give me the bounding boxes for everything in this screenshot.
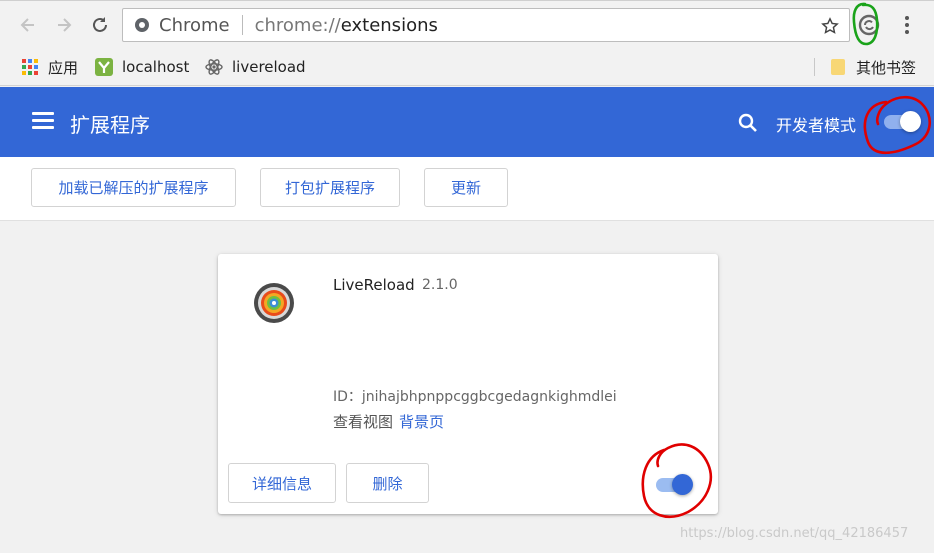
bookmark-star-icon[interactable] (819, 15, 841, 37)
browser-menu-icon[interactable] (898, 13, 916, 37)
toggle-thumb (672, 474, 693, 495)
extension-id: ID：jnihajbhpnppcggbcgedagnkighmdlei (333, 389, 617, 405)
bookmark-livereload-label: livereload (232, 58, 306, 76)
background-page-link[interactable]: 背景页 (399, 413, 444, 431)
developer-mode-toggle[interactable] (880, 109, 922, 133)
extension-enable-toggle[interactable] (652, 472, 694, 496)
extensions-header: 扩展程序 开发者模式 (0, 87, 934, 157)
address-bar[interactable]: Chrome chrome://extensions (122, 8, 850, 42)
omnibox-separator (241, 15, 243, 35)
toggle-thumb (900, 111, 921, 132)
bookmark-livereload[interactable]: livereload (204, 56, 306, 78)
livereload-favicon-icon (204, 57, 224, 77)
extension-name: LiveReload (333, 276, 415, 294)
remove-button[interactable]: 删除 (346, 463, 429, 503)
apps-grid-icon (20, 57, 40, 77)
localhost-favicon-icon (94, 57, 114, 77)
developer-mode-label: 开发者模式 (776, 116, 857, 135)
reload-icon[interactable] (86, 11, 114, 39)
bookmark-apps[interactable]: 应用 (20, 56, 78, 78)
url-text: chrome://extensions (255, 15, 438, 36)
extension-version: 2.1.0 (422, 277, 458, 293)
extension-card: LiveReload 2.1.0 ID：jnihajbhpnppcggbcged… (218, 254, 718, 514)
chrome-page-icon (133, 16, 151, 34)
livereload-toolbar-icon[interactable] (856, 9, 882, 41)
update-button[interactable]: 更新 (424, 168, 508, 207)
details-button[interactable]: 详细信息 (228, 463, 336, 503)
load-unpacked-button[interactable]: 加载已解压的扩展程序 (31, 168, 236, 207)
bookmarks-bar: 应用 localhost livereload 其他书签 (0, 48, 934, 86)
omnibox-chip-label: Chrome (159, 14, 230, 36)
inspect-views-label: 查看视图 (333, 413, 394, 431)
bookmark-localhost[interactable]: localhost (94, 56, 189, 78)
pack-extension-button[interactable]: 打包扩展程序 (260, 168, 400, 207)
forward-icon[interactable] (50, 11, 78, 39)
url-host: extensions (340, 14, 438, 36)
bookmark-apps-label: 应用 (48, 58, 79, 77)
bookmarks-separator (814, 58, 815, 76)
browser-toolbar: Chrome chrome://extensions (0, 0, 934, 48)
back-icon[interactable] (14, 11, 42, 39)
page-title: 扩展程序 (70, 113, 150, 137)
search-icon[interactable] (736, 111, 760, 135)
livereload-extension-icon (252, 281, 296, 325)
inspect-views: 查看视图 背景页 (333, 411, 444, 432)
watermark-text: https://blog.csdn.net/qq_42186457 (680, 526, 909, 541)
action-bar: 加载已解压的扩展程序 打包扩展程序 更新 (0, 157, 934, 221)
url-scheme: chrome:// (254, 14, 341, 36)
bookmark-other[interactable]: 其他书签 (828, 56, 916, 78)
bookmark-localhost-label: localhost (122, 58, 190, 76)
bookmark-other-label: 其他书签 (856, 58, 917, 77)
folder-icon (828, 57, 848, 77)
hamburger-menu-icon[interactable] (32, 112, 54, 132)
